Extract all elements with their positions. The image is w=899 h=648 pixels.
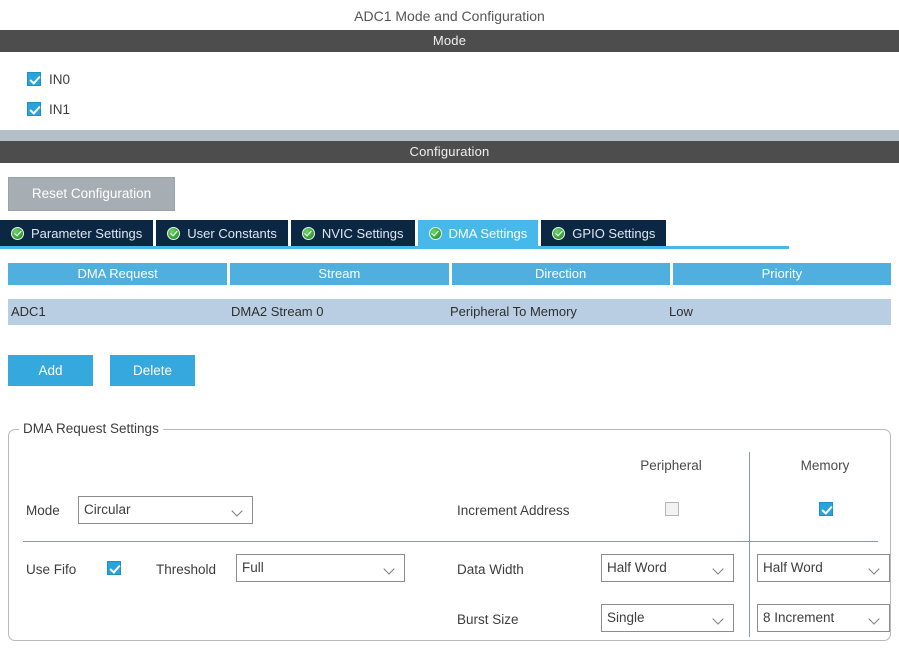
data-width-label: Data Width xyxy=(457,562,524,577)
group-vertical-divider xyxy=(749,452,750,637)
dma-request-settings-group: DMA Request Settings Peripheral Memory M… xyxy=(8,421,891,641)
configuration-tabbar: Parameter Settings User Constants NVIC S… xyxy=(0,220,789,249)
cell-stream: DMA2 Stream 0 xyxy=(231,304,324,319)
column-header-memory: Memory xyxy=(800,458,850,473)
column-header-stream[interactable]: Stream xyxy=(230,263,449,285)
table-row[interactable]: ADC1 DMA2 Stream 0 Peripheral To Memory … xyxy=(8,299,891,325)
reset-configuration-button[interactable]: Reset Configuration xyxy=(8,177,175,211)
chevron-down-icon xyxy=(714,615,723,624)
green-check-icon xyxy=(167,226,181,240)
mode-checkbox-in0[interactable]: IN0 xyxy=(0,64,899,94)
green-check-icon xyxy=(301,226,315,240)
dma-request-table: DMA Request Stream Direction Priority AD… xyxy=(0,263,899,325)
increment-address-label: Increment Address xyxy=(457,503,570,518)
threshold-dropdown-value: Full xyxy=(242,560,264,575)
tab-user-constants-label: User Constants xyxy=(187,225,277,241)
data-width-peripheral-value: Half Word xyxy=(607,560,667,575)
mode-dropdown-value: Circular xyxy=(84,502,131,517)
column-header-peripheral: Peripheral xyxy=(640,458,702,473)
checkbox-icon-in1[interactable] xyxy=(27,102,41,116)
mode-section-header: Mode xyxy=(0,30,899,52)
checkbox-icon-in0[interactable] xyxy=(27,72,41,86)
column-header-priority[interactable]: Priority xyxy=(672,263,891,285)
configuration-section-header: Configuration xyxy=(0,141,899,163)
configuration-section-body: Reset Configuration Parameter Settings U… xyxy=(0,177,899,386)
chevron-down-icon xyxy=(385,565,394,574)
burst-size-memory-value: 8 Increment xyxy=(763,610,835,625)
burst-size-peripheral-dropdown[interactable]: Single xyxy=(601,604,734,632)
checkbox-icon-increment-address-peripheral[interactable] xyxy=(665,502,679,516)
tab-gpio-settings[interactable]: GPIO Settings xyxy=(541,220,667,246)
table-header-row: DMA Request Stream Direction Priority xyxy=(8,263,891,285)
data-width-peripheral-dropdown[interactable]: Half Word xyxy=(601,554,734,582)
tab-user-constants[interactable]: User Constants xyxy=(156,220,288,246)
threshold-dropdown[interactable]: Full xyxy=(236,554,405,582)
mode-section-body: IN0 IN1 xyxy=(0,52,899,130)
burst-size-label: Burst Size xyxy=(457,612,519,627)
table-action-buttons: Add Delete xyxy=(0,355,899,386)
mode-dropdown[interactable]: Circular xyxy=(78,496,253,524)
adc-configuration-panel: ADC1 Mode and Configuration Mode IN0 IN1… xyxy=(0,0,899,648)
tab-nvic-settings-label: NVIC Settings xyxy=(321,225,404,241)
burst-size-peripheral-value: Single xyxy=(607,610,645,625)
mode-checkbox-in0-label: IN0 xyxy=(49,71,71,87)
cell-priority: Low xyxy=(669,304,693,319)
page-title: ADC1 Mode and Configuration xyxy=(354,8,545,24)
cell-dma-request: ADC1 xyxy=(11,304,46,319)
mode-checkbox-in1[interactable]: IN1 xyxy=(0,94,899,124)
data-width-memory-dropdown[interactable]: Half Word xyxy=(757,554,890,582)
tab-parameter-settings[interactable]: Parameter Settings xyxy=(0,220,154,246)
burst-size-memory-dropdown[interactable]: 8 Increment xyxy=(757,604,890,632)
chevron-down-icon xyxy=(870,615,879,624)
section-divider-bar xyxy=(0,130,899,141)
green-check-icon xyxy=(11,226,24,240)
mode-checkbox-in1-label: IN1 xyxy=(49,101,71,117)
delete-button[interactable]: Delete xyxy=(110,355,195,386)
tab-dma-settings[interactable]: DMA Settings xyxy=(417,220,539,246)
checkbox-icon-use-fifo[interactable] xyxy=(107,561,121,575)
chevron-down-icon xyxy=(870,565,879,574)
column-header-direction[interactable]: Direction xyxy=(451,263,670,285)
cell-direction: Peripheral To Memory xyxy=(450,304,577,319)
green-check-icon xyxy=(428,226,442,240)
threshold-label: Threshold xyxy=(156,562,217,577)
tab-dma-settings-label: DMA Settings xyxy=(448,225,528,241)
table-body: ADC1 DMA2 Stream 0 Peripheral To Memory … xyxy=(8,299,891,325)
tab-gpio-settings-label: GPIO Settings xyxy=(572,225,656,241)
checkbox-icon-increment-address-memory[interactable] xyxy=(819,502,833,516)
green-check-icon xyxy=(552,226,566,240)
mode-label: Mode xyxy=(26,503,60,518)
chevron-down-icon xyxy=(714,565,723,574)
add-button[interactable]: Add xyxy=(8,355,93,386)
tab-parameter-settings-label: Parameter Settings xyxy=(31,225,143,241)
data-width-memory-value: Half Word xyxy=(763,560,823,575)
tab-nvic-settings[interactable]: NVIC Settings xyxy=(290,220,415,246)
column-header-dma-request[interactable]: DMA Request xyxy=(8,263,228,285)
use-fifo-label: Use Fifo xyxy=(26,562,77,577)
chevron-down-icon xyxy=(233,507,242,516)
